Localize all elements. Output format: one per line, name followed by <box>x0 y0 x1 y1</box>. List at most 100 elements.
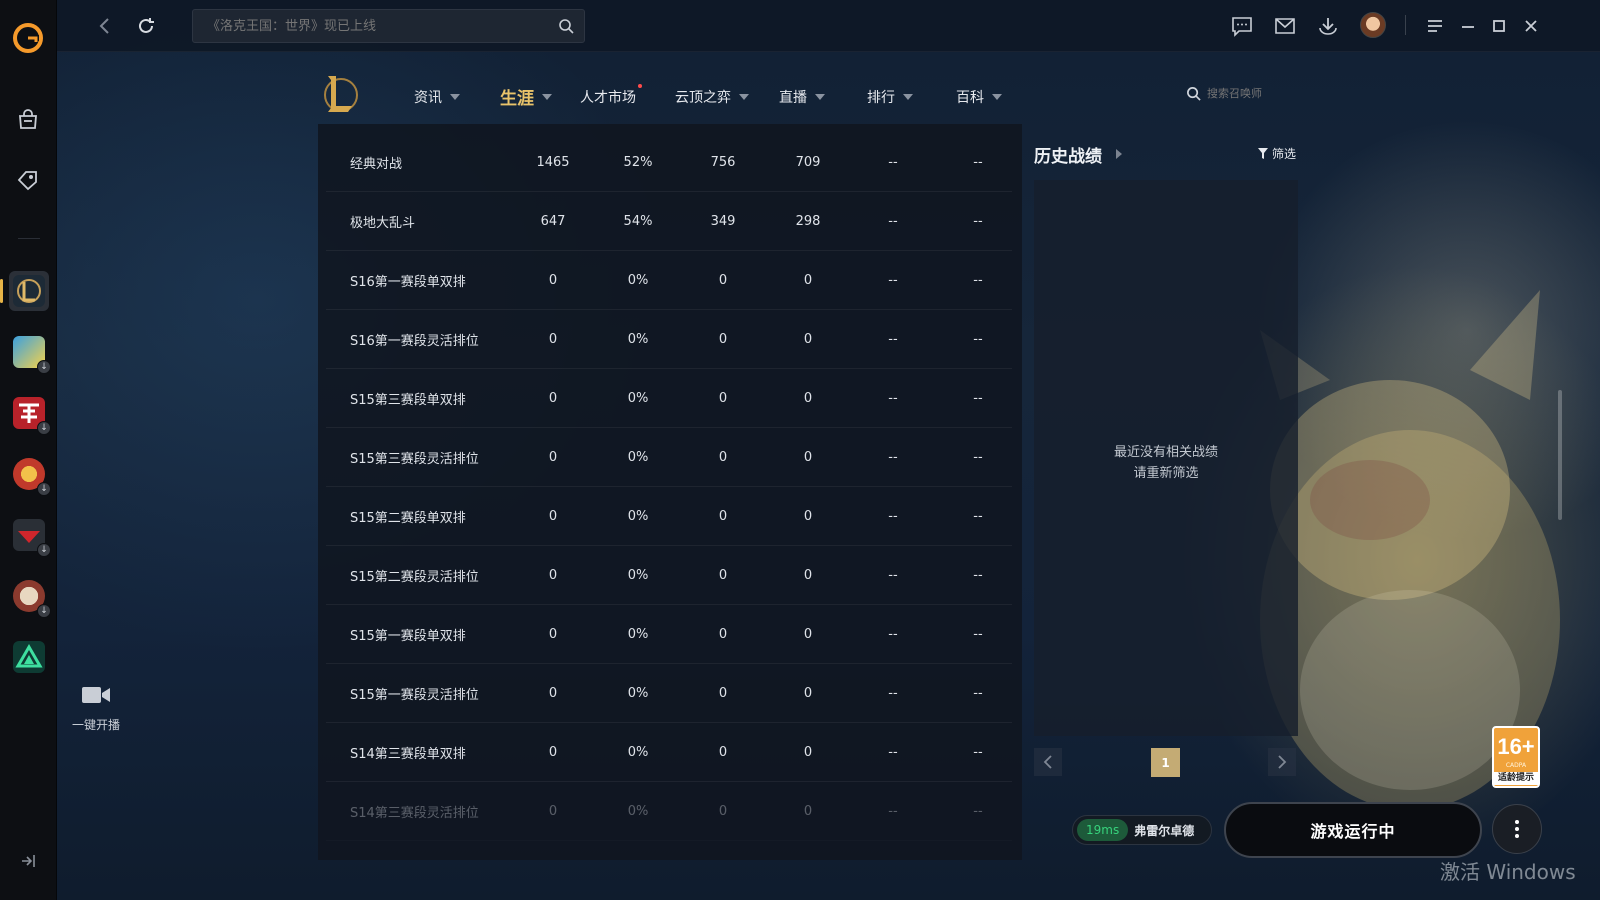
table-row[interactable]: S15第二赛段灵活排位 0 0% 0 0 -- -- <box>326 547 1012 605</box>
table-row[interactable]: S15第三赛段单双排 0 0% 0 0 -- -- <box>326 370 1012 428</box>
mode-name: S15第一赛段灵活排位 <box>350 688 479 703</box>
chevron-down-icon <box>542 93 552 100</box>
back-icon[interactable] <box>95 16 115 36</box>
stat-cell: 0% <box>627 273 649 288</box>
server-ping-indicator[interactable]: 19ms 弗雷尔卓德 <box>1072 815 1212 845</box>
maximize-icon[interactable] <box>1487 14 1511 38</box>
stat-cell: -- <box>973 391 983 406</box>
store-icon[interactable] <box>14 106 42 134</box>
summoner-search[interactable] <box>1186 86 1297 101</box>
app-logo-icon[interactable] <box>12 22 44 54</box>
stat-cell: 0 <box>803 568 813 583</box>
age-rating-number: 16+ <box>1497 734 1535 759</box>
game-6[interactable]: ↓ <box>9 576 51 618</box>
nav-talent-market[interactable]: 人才市场 <box>580 84 675 109</box>
tag-icon[interactable] <box>14 166 42 194</box>
age-rating-tip: 适龄提示 <box>1494 772 1538 785</box>
age-rating-badge: 16+ CADPA 适龄提示 <box>1492 726 1540 788</box>
stat-cell: 0 <box>803 686 813 701</box>
stat-cell: 0 <box>718 509 728 524</box>
stat-cell: -- <box>888 155 898 170</box>
mode-name: S15第一赛段单双排 <box>350 629 466 644</box>
game-5[interactable]: ↓ <box>9 515 51 557</box>
table-row[interactable]: S14第三赛段单双排 0 0% 0 0 -- -- <box>326 724 1012 782</box>
filter-button[interactable]: 筛选 <box>1258 145 1296 162</box>
history-title[interactable]: 历史战绩 <box>1034 142 1102 167</box>
lol-logo-icon[interactable] <box>318 72 360 116</box>
table-row[interactable]: S16第一赛段单双排 0 0% 0 0 -- -- <box>326 252 1012 310</box>
minimize-icon[interactable] <box>1456 14 1480 38</box>
stat-cell: -- <box>973 686 983 701</box>
stat-cell: 0% <box>627 686 649 701</box>
top-bar <box>57 0 1600 52</box>
stat-cell: 0 <box>803 804 813 819</box>
global-search-box[interactable] <box>192 9 585 43</box>
mail-icon[interactable] <box>1273 14 1297 38</box>
expand-rail-icon[interactable] <box>17 850 39 872</box>
stat-cell: 0 <box>548 686 558 701</box>
stat-cell: 0% <box>627 450 649 465</box>
global-search-input[interactable] <box>193 10 533 42</box>
table-row[interactable]: S16第一赛段灵活排位 0 0% 0 0 -- -- <box>326 311 1012 369</box>
stat-cell: -- <box>888 509 898 524</box>
stat-cell: 0 <box>803 745 813 760</box>
game-lol[interactable] <box>0 271 49 311</box>
game-2[interactable]: ↓ <box>9 332 51 374</box>
page-number-button[interactable]: 1 <box>1151 748 1180 777</box>
stat-cell: 0 <box>548 332 558 347</box>
search-icon[interactable] <box>558 18 574 34</box>
nav-ranking[interactable]: 排行 <box>867 84 956 109</box>
refresh-icon[interactable] <box>135 15 157 37</box>
stat-cell: -- <box>973 450 983 465</box>
game-4[interactable]: ↓ <box>9 454 51 496</box>
nav-wiki[interactable]: 百科 <box>956 84 1016 109</box>
one-click-live-button[interactable]: 一键开播 <box>68 684 124 733</box>
filter-label: 筛选 <box>1272 147 1297 161</box>
scrollbar[interactable] <box>1558 390 1562 520</box>
mode-name: S15第三赛段灵活排位 <box>350 452 479 467</box>
table-row[interactable]: S14第三赛段灵活排位 0 0% 0 0 -- -- <box>326 783 1012 841</box>
nav-live[interactable]: 直播 <box>779 84 867 109</box>
chevron-down-icon <box>903 93 913 100</box>
download-icon: ↓ <box>37 543 51 557</box>
mode-name: 极地大乱斗 <box>350 216 416 231</box>
nav-news[interactable]: 资讯 <box>414 84 500 109</box>
table-row[interactable]: S15第三赛段灵活排位 0 0% 0 0 -- -- <box>326 429 1012 487</box>
chevron-down-icon <box>450 93 460 100</box>
stat-cell: 0 <box>718 686 728 701</box>
chevron-down-icon <box>739 93 749 100</box>
game-3[interactable]: ↓ <box>9 393 51 435</box>
stat-cell: -- <box>973 568 983 583</box>
user-avatar[interactable] <box>1360 12 1386 38</box>
left-rail: ↓ ↓ ↓ ↓ ↓ <box>0 0 57 900</box>
stat-cell: -- <box>973 155 983 170</box>
stat-cell: 0 <box>548 568 558 583</box>
mode-name: S16第一赛段灵活排位 <box>350 334 479 349</box>
chevron-right-icon[interactable] <box>1116 149 1122 159</box>
table-row[interactable]: S15第一赛段灵活排位 0 0% 0 0 -- -- <box>326 665 1012 723</box>
game-7[interactable] <box>9 637 49 677</box>
chat-icon[interactable] <box>1230 14 1254 38</box>
next-page-button[interactable] <box>1268 748 1296 776</box>
summoner-search-input[interactable] <box>1207 87 1297 100</box>
menu-icon[interactable] <box>1423 14 1447 38</box>
mode-name: S15第三赛段单双排 <box>350 393 466 408</box>
more-options-button[interactable] <box>1492 804 1542 854</box>
download-manager-icon[interactable] <box>1316 14 1340 38</box>
nav-career[interactable]: 生涯 <box>500 84 580 109</box>
nav-label: 云顶之弈 <box>675 89 731 106</box>
nav-tft[interactable]: 云顶之弈 <box>675 84 779 109</box>
download-icon: ↓ <box>37 360 51 374</box>
stat-cell: 0 <box>718 273 728 288</box>
table-row[interactable]: S15第二赛段单双排 0 0% 0 0 -- -- <box>326 488 1012 546</box>
stat-cell: 349 <box>710 214 736 229</box>
chevron-down-icon <box>992 93 1002 100</box>
table-row[interactable]: 极地大乱斗 647 54% 349 298 -- -- <box>326 193 1012 251</box>
prev-page-button[interactable] <box>1034 748 1062 776</box>
stat-cell: 0 <box>803 509 813 524</box>
game-running-button[interactable]: 游戏运行中 <box>1224 802 1482 858</box>
close-icon[interactable] <box>1519 14 1543 38</box>
table-row[interactable]: 经典对战 1465 52% 756 709 -- -- <box>326 134 1012 192</box>
stat-cell: 54% <box>623 214 653 229</box>
table-row[interactable]: S15第一赛段单双排 0 0% 0 0 -- -- <box>326 606 1012 664</box>
